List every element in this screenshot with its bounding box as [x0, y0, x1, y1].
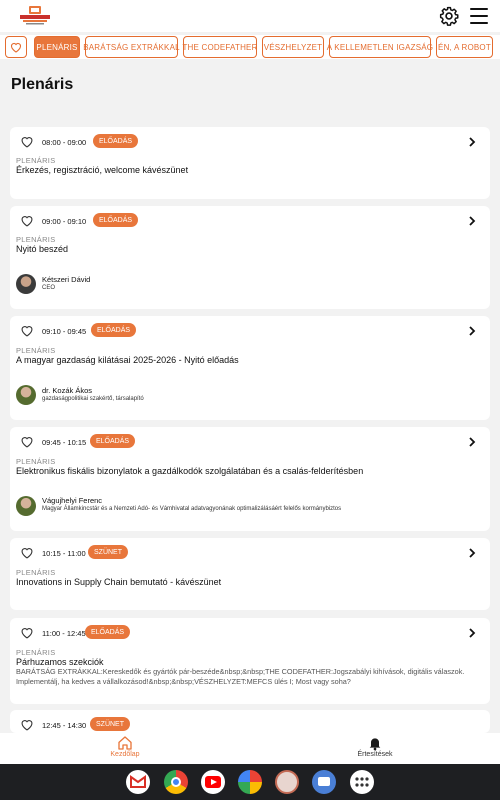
gmail-icon[interactable]	[126, 770, 150, 794]
speaker-name[interactable]: dr. Kozák Ákos	[42, 386, 92, 395]
favorites-tab[interactable]	[5, 36, 27, 58]
nav-notifications[interactable]: Értesítések	[315, 733, 435, 764]
tab-en-a-robot[interactable]: ÉN, A ROBOT	[436, 36, 493, 58]
session-time: 10:15 - 11:00	[42, 549, 86, 558]
session-card[interactable]: 08:00 - 09:00 ELŐADÁS PLENÁRIS Érkezés, …	[10, 127, 490, 199]
session-time: 09:45 - 10:15	[42, 438, 87, 447]
speaker-name[interactable]: Kétszeri Dávid	[42, 275, 90, 284]
hamburger-menu-icon[interactable]	[470, 8, 488, 24]
chevron-right-icon[interactable]	[468, 548, 476, 558]
session-title: Érkezés, regisztráció, welcome kávészüne…	[16, 165, 189, 175]
session-card[interactable]: 10:15 - 11:00 SZÜNET PLENÁRIS Innovation…	[10, 538, 490, 610]
session-card[interactable]: 11:00 - 12:45 ELŐADÁS PLENÁRIS Párhuzamo…	[10, 618, 490, 704]
speaker-avatar	[16, 385, 36, 405]
tab-baratsag-extrakkal[interactable]: BARÁTSÁG EXTRÁKKAL	[83, 36, 180, 58]
system-taskbar	[0, 764, 500, 800]
chevron-right-icon[interactable]	[468, 628, 476, 638]
session-title: Párhuzamos szekciók	[16, 657, 104, 667]
speaker-role: gazdaságpolitikai szakértő, társalapító	[42, 396, 144, 402]
speaker-avatar	[16, 274, 36, 294]
app-header	[0, 0, 500, 32]
heart-icon[interactable]	[20, 436, 34, 448]
session-title: Elektronikus fiskális bizonylatok a gazd…	[16, 466, 364, 476]
youtube-icon[interactable]	[201, 770, 225, 794]
session-category: PLENÁRIS	[16, 156, 56, 165]
chevron-right-icon[interactable]	[468, 137, 476, 147]
chevron-right-icon[interactable]	[468, 437, 476, 447]
category-tabs: PLENÁRIS BARÁTSÁG EXTRÁKKAL THE CODEFATH…	[0, 35, 500, 59]
bell-icon	[369, 738, 381, 751]
heart-icon[interactable]	[20, 215, 34, 227]
chrome-icon[interactable]	[164, 770, 188, 794]
session-time: 08:00 - 09:00	[42, 138, 87, 147]
session-title: Nyitó beszéd	[16, 244, 69, 254]
speaker-avatar	[16, 496, 36, 516]
nav-notifications-label: Értesítések	[357, 751, 393, 758]
heart-icon	[10, 42, 22, 53]
session-category: PLENÁRIS	[16, 346, 56, 355]
session-category: PLENÁRIS	[16, 235, 56, 244]
session-category: PLENÁRIS	[16, 648, 56, 657]
session-type-badge: ELŐADÁS	[91, 323, 137, 337]
session-time: 09:00 - 09:10	[42, 217, 87, 226]
tab-the-codefather[interactable]: THE CODEFATHER	[182, 36, 257, 58]
session-card[interactable]: 09:00 - 09:10 ELŐADÁS PLENÁRIS Nyitó bes…	[10, 206, 490, 309]
photos-icon[interactable]	[238, 770, 262, 794]
session-category: PLENÁRIS	[16, 457, 56, 466]
nav-home[interactable]: Kezdőlap	[65, 733, 185, 764]
nav-home-label: Kezdőlap	[110, 751, 140, 758]
session-card[interactable]: 09:45 - 10:15 ELŐADÁS PLENÁRIS Elektroni…	[10, 427, 490, 531]
conference-logo-icon[interactable]	[18, 6, 52, 26]
chevron-right-icon[interactable]	[468, 326, 476, 336]
session-type-badge: ELŐADÁS	[93, 134, 139, 148]
speaker-role: Magyar Államkincstár és a Nemzeti Adó- é…	[42, 506, 342, 512]
heart-icon[interactable]	[20, 547, 34, 559]
bottom-navigation: Kezdőlap Értesítések	[0, 733, 500, 764]
session-type-badge: ELŐADÁS	[90, 434, 136, 448]
session-card[interactable]: 09:10 - 09:45 ELŐADÁS PLENÁRIS A magyar …	[10, 316, 490, 420]
app-drawer-icon[interactable]	[350, 770, 374, 794]
session-type-badge: SZÜNET	[90, 717, 130, 731]
speaker-role: CEO	[42, 285, 56, 291]
session-time: 09:10 - 09:45	[42, 327, 87, 336]
heart-icon[interactable]	[20, 325, 34, 337]
tab-a-kellemetlen-igazsag[interactable]: A KELLEMETLEN IGAZSÁG	[327, 36, 433, 58]
event-app-icon[interactable]	[275, 770, 299, 794]
page-title: Plenáris	[11, 76, 74, 93]
session-type-badge: ELŐADÁS	[93, 213, 139, 227]
session-type-badge: SZÜNET	[88, 545, 128, 559]
heart-icon[interactable]	[20, 627, 34, 639]
session-card[interactable]: 12:45 - 14:30 SZÜNET	[10, 710, 490, 733]
gear-icon[interactable]	[439, 6, 459, 26]
heart-icon[interactable]	[20, 719, 34, 731]
chevron-right-icon[interactable]	[468, 216, 476, 226]
session-title: A magyar gazdaság kilátásai 2025-2026 - …	[16, 355, 239, 365]
home-icon	[118, 736, 132, 750]
tab-plenaris[interactable]: PLENÁRIS	[34, 36, 80, 58]
session-time: 11:00 - 12:45	[42, 629, 86, 638]
heart-icon[interactable]	[20, 136, 34, 148]
session-title: Innovations in Supply Chain bemutató - k…	[16, 577, 222, 587]
session-description: BARÁTSÁG EXTRÁKKAL:Kereskedők és gyártók…	[16, 667, 465, 686]
speaker-name[interactable]: Vágujhelyi Ferenc	[42, 496, 102, 505]
session-category: PLENÁRIS	[16, 568, 56, 577]
tab-veszhelyzet[interactable]: VÉSZHELYZET	[262, 36, 324, 58]
session-time: 12:45 - 14:30	[42, 721, 87, 730]
session-type-badge: ELŐADÁS	[85, 625, 131, 639]
messages-icon[interactable]	[312, 770, 336, 794]
